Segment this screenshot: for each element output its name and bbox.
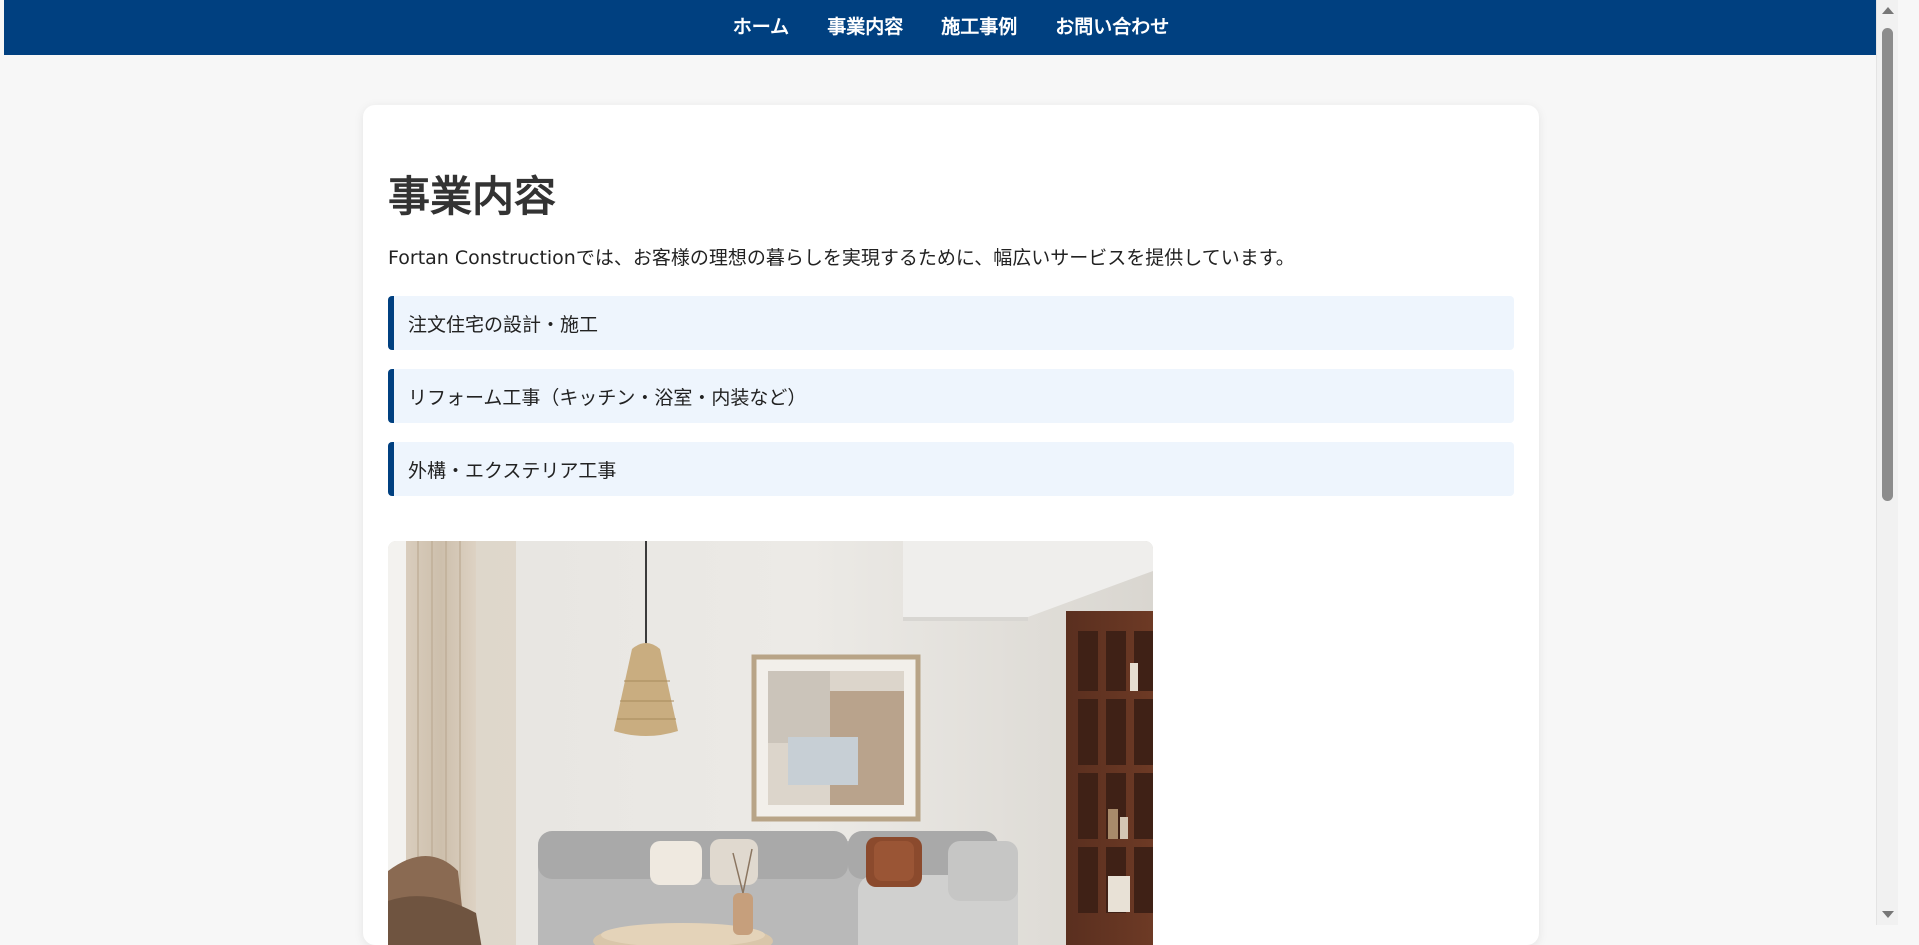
nav-link-home[interactable]: ホーム xyxy=(714,0,808,55)
living-room-illustration xyxy=(388,541,1153,945)
service-item-label: 注文住宅の設計・施工 xyxy=(408,313,599,336)
service-item: 外構・エクステリア工事 xyxy=(388,442,1514,496)
intro-text: Fortan Constructionでは、お客様の理想の暮らしを実現するために… xyxy=(388,247,1295,269)
nav-link-contact[interactable]: お問い合わせ xyxy=(1036,0,1188,55)
nav-link-works[interactable]: 施工事例 xyxy=(922,0,1036,55)
nav-link-services[interactable]: 事業内容 xyxy=(808,0,922,55)
content-card: 事業内容 Fortan Constructionでは、お客様の理想の暮らしを実現… xyxy=(363,105,1539,945)
service-item-label: リフォーム工事（キッチン・浴室・内装など） xyxy=(408,386,807,409)
service-item-label: 外構・エクステリア工事 xyxy=(408,459,617,482)
service-item: 注文住宅の設計・施工 xyxy=(388,296,1514,350)
top-navigation: ホーム 事業内容 施工事例 お問い合わせ xyxy=(4,0,1898,55)
browser-viewport: ホーム 事業内容 施工事例 お問い合わせ 事業内容 Fortan Constru… xyxy=(4,0,1898,945)
vertical-scrollbar[interactable] xyxy=(1876,0,1898,925)
page-title: 事業内容 xyxy=(388,172,557,221)
scroll-up-arrow-icon[interactable] xyxy=(1882,7,1894,14)
scroll-down-arrow-icon[interactable] xyxy=(1882,911,1894,918)
scroll-thumb[interactable] xyxy=(1882,28,1893,501)
service-item: リフォーム工事（キッチン・浴室・内装など） xyxy=(388,369,1514,423)
living-room-photo xyxy=(388,541,1153,945)
